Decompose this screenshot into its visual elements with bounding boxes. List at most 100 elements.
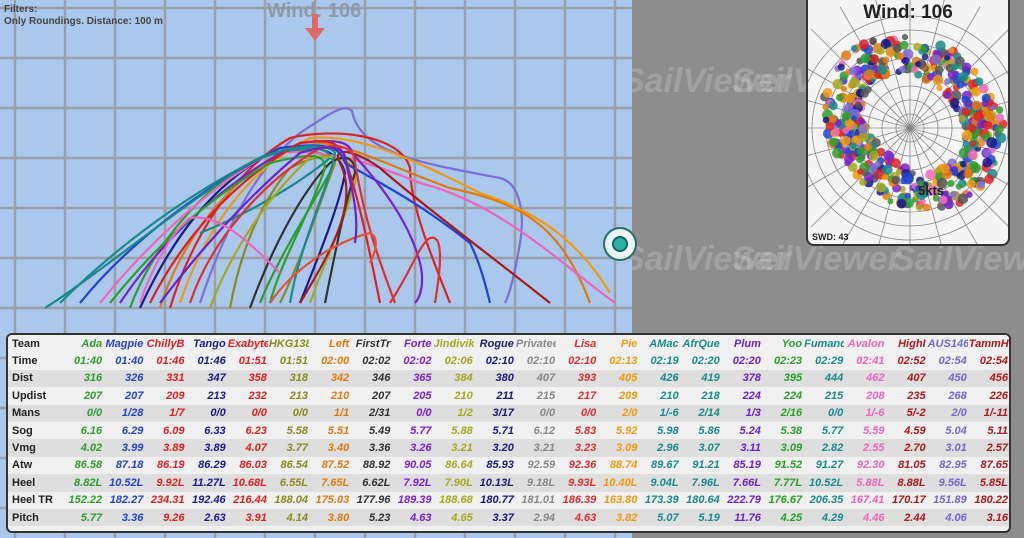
stat-cell: 210 [454,389,473,402]
polar-point [904,192,911,200]
polar-point [961,95,970,104]
stat-cell: 234.31 [150,494,185,507]
panel-resize-handle[interactable] [603,227,637,261]
polar-point [982,157,993,168]
team-header[interactable]: HighI [885,335,926,352]
team-header[interactable]: Lisa [556,335,597,352]
table-row: Atw 86.58 87.18 86.19 86.29 86.03 86.54 87.52 88… [8,457,1009,474]
stat-cell: 205 [413,389,432,402]
polar-point [914,61,921,68]
team-header[interactable]: Ada [62,335,103,352]
stat-cell: 444 [824,372,844,385]
row-label: Time [12,355,38,368]
stat-cell: 86.19 [156,459,185,472]
stat-cell: 02:54 [938,355,967,368]
team-header[interactable]: AMac [638,335,679,352]
stat-cell: 82.95 [939,459,967,472]
stat-cell: 6.55L [279,476,309,489]
stat-cell: 02:10 [485,355,514,368]
stat-cell: 5.23 [368,511,391,524]
stat-cell: 462 [866,372,885,385]
polar-point [977,181,985,189]
stat-cell: 5.24 [739,424,761,437]
stat-cell: 88.74 [609,459,638,472]
stat-cell: 222.79 [727,494,761,507]
table-row: Vmg 4.02 3.99 3.89 3.89 4.07 3.77 3.40 3.36 3.26 3… [8,439,1009,457]
polar-point [986,137,998,149]
stat-cell: 01:40 [115,355,144,368]
table-row: Heel 8.82L 10.52L 9.92L 11.27L 10.68L 6.55L 7.6… [8,474,1009,492]
team-header[interactable]: Exabyte [227,335,268,352]
stat-cell: 5.88 [451,424,473,437]
stat-cell: 217 [577,389,597,402]
stat-cell: 1/2 [457,407,473,420]
team-header[interactable]: Plum [721,335,762,352]
polar-point [850,45,858,52]
boat-track [44,145,337,309]
team-header[interactable]: Forte [391,335,432,352]
team-header[interactable]: Jindivik [433,335,474,352]
stat-cell: 6.33 [204,424,226,437]
stat-cell: 235 [907,389,926,402]
polar-point [935,40,946,51]
polar-point [876,182,886,193]
stat-cell: 384 [454,372,473,385]
stat-cell: 87.52 [321,459,350,472]
polar-point [891,175,900,185]
stat-cell: 85.93 [486,459,514,472]
polar-point [958,147,969,158]
team-header[interactable]: AfrQue [680,335,721,352]
stat-cell: 02:00 [321,355,350,368]
team-header[interactable]: Yoo [762,335,803,352]
polar-point [840,135,851,146]
stat-cell: 9.18L [526,476,556,489]
team-header[interactable]: HKG1382 [268,335,309,352]
polar-point [822,88,833,98]
stat-cell: 02:23 [773,355,803,368]
stat-cell: 3.89 [204,442,226,455]
stat-cell: 01:46 [156,355,185,368]
polar-point [895,168,902,175]
stat-cell: 3.11 [740,442,761,455]
team-header[interactable]: Rogue [474,335,515,352]
table-row: Sog 6.16 6.29 6.09 6.33 6.23 5.58 5.51 5.49 5.77 5… [8,422,1009,439]
polar-point [864,142,872,151]
team-header[interactable]: ChillyB [144,335,185,352]
stat-cell: 1/28 [121,407,144,420]
row-label: Dist [12,372,33,385]
row-label: Sog [12,424,33,437]
stat-cell: 4.59 [904,424,926,437]
stat-cell: 89.67 [651,459,679,472]
polar-point [955,183,963,190]
stat-cell: 5.88L [856,476,885,489]
table-header-row: Team AdaMagpieChillyBTangoExabyteHKG1382… [8,335,1009,353]
stat-cell: 02:52 [897,355,926,368]
polar-point [981,93,991,103]
team-header[interactable]: Fumanch [803,335,844,352]
stat-cell: 358 [248,372,267,385]
polar-point [869,37,877,45]
polar-swd-label: SWD: 43 [812,232,849,242]
stat-cell: 268 [948,389,967,402]
stat-cell: 189.39 [397,494,432,507]
team-header[interactable]: Magpie [103,335,144,352]
row-label: Atw [12,459,33,472]
stat-cell: 0/0 [539,407,556,420]
stat-cell: 11.76 [734,511,761,524]
row-label: Pitch [12,511,39,524]
team-header[interactable]: Privatee [515,335,556,352]
stat-cell: 02:29 [815,355,844,368]
team-header[interactable]: Left [309,335,350,352]
team-header[interactable]: FirstTr [350,335,391,352]
stats-grid: Team AdaMagpieChillyBTangoExabyteHKG1382… [8,335,1009,527]
team-header[interactable]: Tango [186,335,227,352]
team-header[interactable]: Pie [597,335,638,352]
polar-point [963,169,973,179]
stat-cell: 91.52 [774,459,803,472]
stat-cell: 210 [660,389,679,402]
stat-cell: 8.82L [74,476,103,489]
stat-cell: 207 [124,389,144,402]
team-header[interactable]: AUS1463 [927,335,968,352]
team-header[interactable]: Avalon [844,335,885,352]
team-header[interactable]: TammH [968,335,1009,352]
